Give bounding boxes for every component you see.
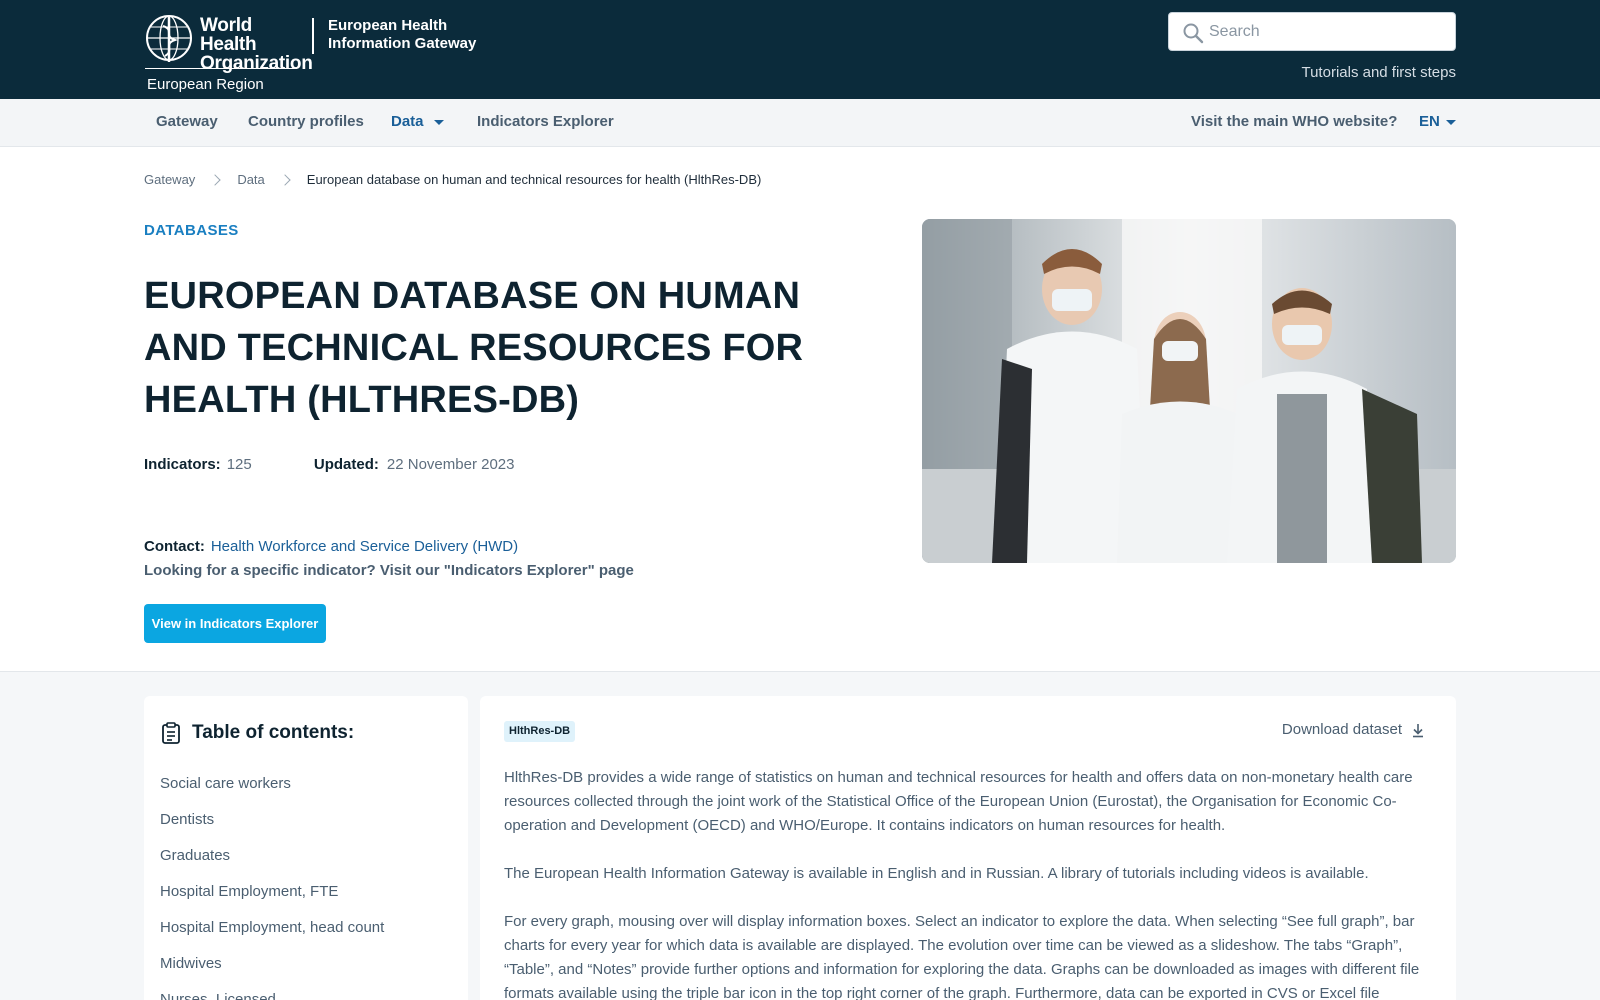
toc-item[interactable]: Hospital Employment, head count bbox=[160, 918, 384, 954]
dataset-tag: HlthRes-DB bbox=[504, 721, 576, 742]
section-kicker: DATABASES bbox=[144, 222, 239, 239]
toc-item[interactable]: Social care workers bbox=[160, 774, 384, 810]
nav-item-data-label: Data bbox=[391, 113, 424, 130]
nav-item-gateway[interactable]: Gateway bbox=[156, 113, 218, 130]
hero-photo-illustration bbox=[922, 219, 1456, 563]
indicators-explorer-hint: Looking for a specific indicator? Visit … bbox=[144, 562, 634, 579]
tutorials-link[interactable]: Tutorials and first steps bbox=[1301, 64, 1456, 81]
description-paragraph: The European Health Information Gateway … bbox=[504, 865, 1369, 882]
toc-item[interactable]: Dentists bbox=[160, 810, 384, 846]
clipboard-list-icon bbox=[162, 722, 180, 744]
chevron-down-icon bbox=[1445, 119, 1456, 125]
logo-org-line2: Organization bbox=[200, 53, 313, 74]
updated-date: 22 November 2023 bbox=[386, 456, 515, 473]
contact-label: Contact: bbox=[144, 538, 205, 555]
logo-org-line1: World Health bbox=[200, 15, 257, 55]
toc-item[interactable]: Midwives bbox=[160, 954, 384, 990]
contact-row: Contact: Health Workforce and Service Del… bbox=[144, 538, 518, 555]
main-nav: Gateway Country profiles Data Indicators… bbox=[0, 99, 1600, 147]
download-icon bbox=[1413, 723, 1423, 737]
updated-label: Updated: bbox=[313, 456, 379, 473]
search-box bbox=[1168, 12, 1456, 51]
description-paragraph: HlthRes-DB provides a wide range of stat… bbox=[504, 769, 1413, 834]
meta-row: Indicators: 125 Updated: 22 November 2023 bbox=[144, 456, 514, 473]
toc-item[interactable]: Hospital Employment, FTE bbox=[160, 882, 384, 918]
page-title: EUROPEAN DATABASE ON HUMAN AND TECHNICAL… bbox=[144, 275, 804, 421]
download-dataset-label: Download dataset bbox=[1281, 721, 1402, 738]
breadcrumb-data[interactable]: Data bbox=[237, 172, 264, 187]
toc-title: Table of contents: bbox=[192, 722, 355, 743]
table-of-contents: Table of contents: Social care workers D… bbox=[144, 696, 468, 1000]
site-title[interactable]: European Health Information Gateway bbox=[328, 17, 498, 53]
contact-link[interactable]: Health Workforce and Service Delivery (H… bbox=[211, 538, 518, 555]
who-emblem-icon bbox=[146, 15, 192, 62]
toc-list: Social care workers Dentists Graduates H… bbox=[160, 774, 384, 1000]
view-indicators-explorer-button[interactable]: View in Indicators Explorer bbox=[144, 604, 326, 643]
chevron-down-icon bbox=[433, 119, 444, 125]
who-logo[interactable]: World Health Organization European Regio… bbox=[143, 10, 313, 93]
who-logo-text: World Health Organization bbox=[200, 16, 313, 73]
download-dataset-button[interactable]: Download dataset bbox=[1282, 721, 1426, 738]
language-label: EN bbox=[1419, 113, 1440, 130]
breadcrumb-current: European database on human and technical… bbox=[306, 172, 762, 187]
language-selector[interactable]: EN bbox=[1419, 113, 1456, 130]
logo-region: European Region bbox=[147, 76, 264, 93]
nav-item-indicators-explorer[interactable]: Indicators Explorer bbox=[477, 113, 614, 130]
toc-item[interactable]: Graduates bbox=[160, 846, 384, 882]
site-title-line2: Information Gateway bbox=[328, 35, 477, 52]
visit-main-who-link[interactable]: Visit the main WHO website? bbox=[1191, 113, 1397, 130]
site-header: World Health Organization European Regio… bbox=[0, 0, 1600, 99]
nav-item-data[interactable]: Data bbox=[391, 113, 444, 130]
indicators-label: Indicators: bbox=[144, 456, 221, 473]
nav-item-country-profiles[interactable]: Country profiles bbox=[248, 113, 364, 130]
breadcrumb: Gateway Data European database on human … bbox=[144, 172, 761, 187]
dataset-description-card: HlthRes-DB Download dataset HlthRes-DB p… bbox=[480, 696, 1456, 1000]
breadcrumb-gateway[interactable]: Gateway bbox=[144, 172, 195, 187]
chevron-right-icon bbox=[209, 173, 221, 186]
toc-item[interactable]: Nurses, Licensed bbox=[160, 990, 384, 1000]
hero-image bbox=[922, 219, 1456, 563]
logo-divider bbox=[145, 68, 297, 69]
search-input[interactable] bbox=[1209, 19, 1439, 45]
brand-divider bbox=[312, 18, 314, 54]
description-paragraph: For every graph, mousing over will displ… bbox=[504, 913, 1420, 1000]
indicators-count: 125 bbox=[226, 456, 252, 473]
chevron-right-icon bbox=[279, 173, 291, 186]
search-icon[interactable] bbox=[1182, 22, 1204, 44]
site-title-line1: European Health bbox=[328, 17, 448, 34]
